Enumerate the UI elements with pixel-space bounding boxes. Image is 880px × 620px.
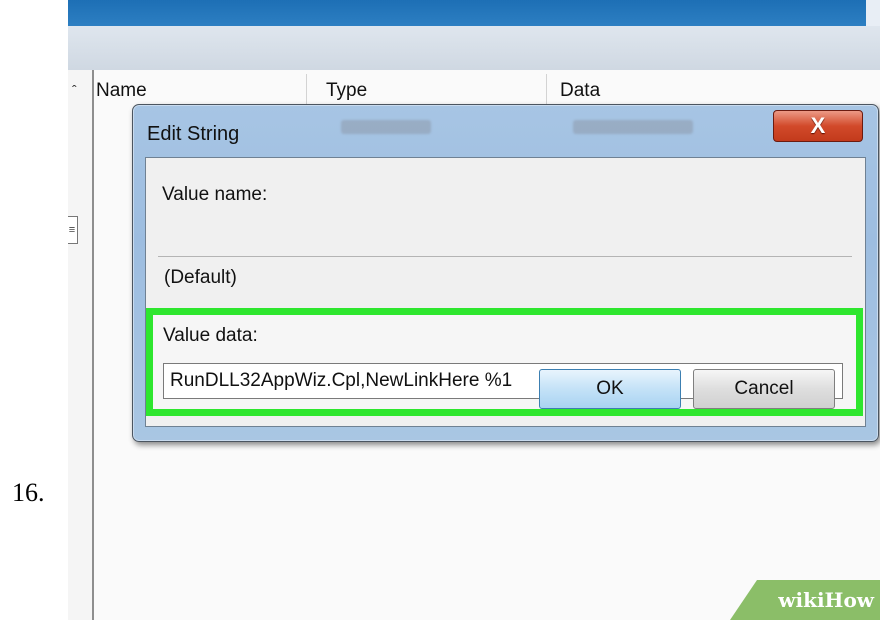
window-toolbar <box>68 26 880 71</box>
titlebar-corner <box>866 0 880 26</box>
column-header-name[interactable]: Name <box>96 80 147 102</box>
watermark-how: How <box>824 588 874 612</box>
column-header-type[interactable]: Type <box>326 80 367 102</box>
ok-button[interactable]: OK <box>539 369 681 409</box>
close-button[interactable]: X <box>773 110 863 142</box>
dialog-title: Edit String <box>147 123 240 145</box>
column-separator[interactable] <box>306 74 307 106</box>
up-arrow-icon[interactable]: ˆ <box>72 82 77 98</box>
watermark-wiki: wiki <box>778 588 825 612</box>
edit-string-dialog: Edit String X Value name: (Default) Valu… <box>132 104 879 442</box>
blurred-row-data <box>573 120 693 134</box>
close-icon: X <box>810 113 826 138</box>
window-titlebar <box>68 0 880 26</box>
key-tree-pane[interactable]: ˆ ≡ <box>68 70 94 620</box>
column-header-data[interactable]: Data <box>560 80 600 102</box>
blurred-row-type <box>341 120 431 134</box>
value-name-label: Value name: <box>162 184 268 205</box>
step-number: 16. <box>12 478 45 507</box>
value-name-field: (Default) <box>158 256 852 301</box>
cancel-button[interactable]: Cancel <box>693 369 835 409</box>
registry-editor-window: ˆ ≡ Name Type Data Edit String X Value n… <box>68 0 880 620</box>
value-name-text: (Default) <box>164 267 237 288</box>
column-separator[interactable] <box>546 74 547 106</box>
collapse-icon[interactable]: ≡ <box>68 216 78 244</box>
values-list-pane: Name Type Data Edit String X Value name:… <box>94 70 880 620</box>
value-data-label: Value data: <box>163 325 258 346</box>
